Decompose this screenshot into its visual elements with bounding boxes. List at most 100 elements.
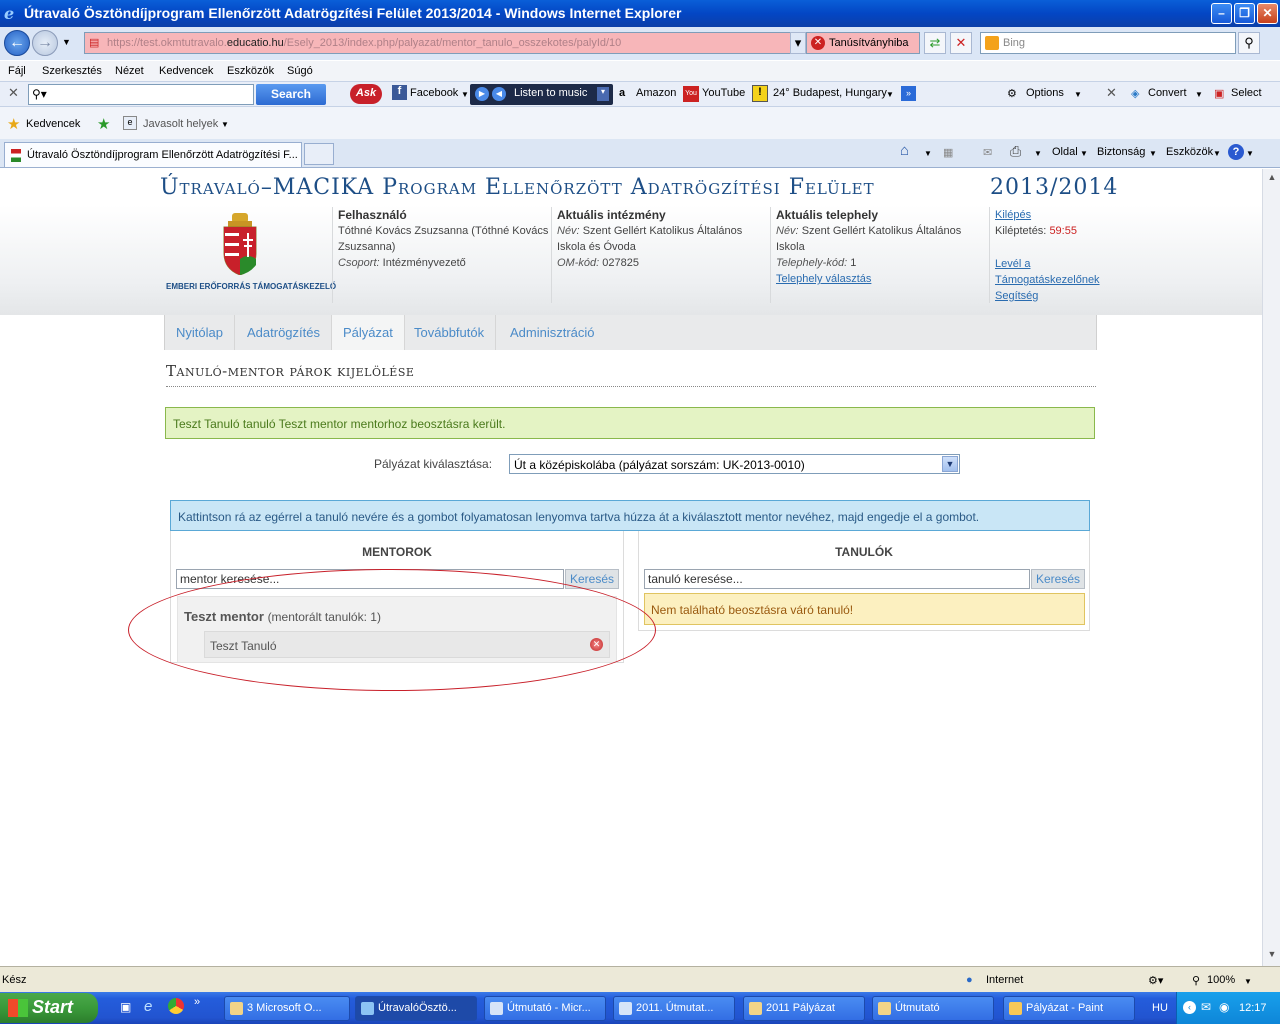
rss-feed-icon[interactable]: ▦ — [943, 146, 953, 159]
page-menu-button[interactable]: Oldal — [1052, 146, 1078, 158]
listen-music-button[interactable]: ▶ ◀ Listen to music ▾ — [470, 84, 613, 105]
menu-file[interactable]: Fájl — [8, 65, 26, 77]
search-go-button[interactable]: ⚲ — [1238, 32, 1260, 54]
amazon-button[interactable]: Amazon — [636, 87, 676, 99]
clock[interactable]: 12:17 — [1239, 1002, 1267, 1014]
favorites-button[interactable]: Kedvencek — [26, 118, 80, 130]
star-icon: ★ — [7, 116, 21, 133]
application-select-value: Út a középiskolába (pályázat sorszám: UK… — [514, 458, 805, 472]
language-indicator[interactable]: HU — [1152, 1002, 1168, 1014]
close-toolbar-icon[interactable]: ✕ — [8, 85, 19, 101]
tray-expand-icon[interactable]: ‹ — [1183, 1001, 1196, 1014]
options-button[interactable]: Options — [1026, 87, 1064, 99]
user-info-band: EMBERI ERŐFORRÁS TÁMOGATÁSKEZELŐ Felhasz… — [0, 205, 1262, 315]
facebook-button[interactable]: Facebook — [410, 87, 458, 99]
add-favorite-icon[interactable]: ★ — [97, 115, 110, 133]
task-word-1[interactable]: Útmutató - Micr... — [484, 996, 606, 1021]
site-select-link[interactable]: Telephely választás — [776, 273, 871, 285]
more-chevron-icon[interactable]: » — [901, 86, 916, 101]
student-search-input[interactable]: tanuló keresése... — [644, 569, 1030, 589]
scroll-up-icon[interactable]: ▲ — [1265, 172, 1279, 186]
options-dropdown-icon[interactable]: ▼ — [1074, 90, 1082, 99]
menu-help[interactable]: Súgó — [287, 65, 313, 77]
logout-link[interactable]: Kilépés — [995, 209, 1031, 221]
zoom-dropdown-icon[interactable]: ▼ — [1244, 977, 1252, 986]
print-dropdown-icon[interactable]: ▼ — [1034, 149, 1042, 158]
select-button[interactable]: Select — [1231, 87, 1262, 99]
safety-menu-button[interactable]: Biztonság — [1097, 146, 1145, 158]
menu-edit[interactable]: Szerkesztés — [42, 65, 102, 77]
stop-button[interactable]: ✕ — [950, 32, 972, 54]
suggested-dropdown-icon[interactable]: ▼ — [221, 120, 229, 129]
refresh-button[interactable]: ⇄ — [924, 32, 946, 54]
task-paint[interactable]: Pályázat - Paint — [1003, 996, 1135, 1021]
browser-tab-active[interactable]: Útravaló Ösztöndíjprogram Ellenőrzött Ad… — [4, 142, 302, 167]
task-outlook[interactable]: 3 Microsoft O... — [224, 996, 350, 1021]
safety-dropdown-icon[interactable]: ▼ — [1149, 149, 1157, 158]
arrow-right-icon: → — [37, 34, 53, 51]
forward-button[interactable]: → — [32, 30, 58, 56]
start-button[interactable]: Start — [0, 993, 98, 1023]
maximize-button[interactable]: ❐ — [1234, 3, 1255, 24]
address-bar[interactable]: ▤ https://test.okmtutravalo.educatio.hu/… — [84, 32, 806, 54]
zoom-level[interactable]: 100% — [1207, 974, 1235, 986]
session-timeout: Kiléptetés: 59:55 — [995, 225, 1077, 237]
minimize-button[interactable]: – — [1211, 3, 1232, 24]
chrome-icon[interactable] — [168, 998, 184, 1014]
close-toolbar2-icon[interactable]: ✕ — [1106, 85, 1117, 101]
tools-menu-button[interactable]: Eszközök — [1166, 146, 1213, 158]
new-tab-button[interactable] — [304, 143, 334, 165]
help-icon[interactable]: ? — [1228, 144, 1244, 160]
menu-favorites[interactable]: Kedvencek — [159, 65, 213, 77]
mail-tray-icon[interactable]: ✉ — [1201, 1000, 1211, 1014]
nav-home[interactable]: Nyitólap — [165, 315, 235, 350]
quicklaunch-more-icon[interactable]: » — [194, 996, 200, 1008]
mail-icon[interactable]: ✉ — [983, 146, 992, 159]
ie-quicklaunch-icon[interactable]: e — [144, 998, 152, 1015]
toolbar-search-input[interactable]: ⚲▾ — [28, 84, 254, 105]
scroll-down-icon[interactable]: ▼ — [1265, 949, 1279, 963]
back-button[interactable]: ← — [4, 30, 30, 56]
home-icon[interactable]: ⌂ — [900, 142, 909, 159]
youtube-button[interactable]: YouTube — [702, 87, 745, 99]
help-link[interactable]: Segítség — [995, 290, 1038, 302]
history-dropdown-icon[interactable]: ▼ — [62, 37, 71, 47]
task-folder-1[interactable]: 2011 Pályázat — [743, 996, 865, 1021]
weather-dropdown-icon[interactable]: ▼ — [886, 90, 894, 99]
protected-mode-icon[interactable]: ⚙▾ — [1148, 974, 1163, 987]
nav-admin[interactable]: Adminisztráció — [499, 315, 606, 350]
help-dropdown-icon[interactable]: ▼ — [1246, 149, 1254, 158]
home-dropdown-icon[interactable]: ▼ — [924, 149, 932, 158]
nav-application[interactable]: Pályázat — [332, 315, 405, 350]
ask-logo-icon[interactable]: Ask — [350, 84, 382, 104]
tools-dropdown-icon[interactable]: ▼ — [1213, 149, 1221, 158]
close-button[interactable]: ✕ — [1257, 3, 1278, 24]
search-input[interactable]: Bing — [980, 32, 1236, 54]
task-ie-active[interactable]: ÚtravalóÖsztö... — [355, 996, 477, 1021]
print-icon[interactable]: ⎙ — [1010, 143, 1021, 160]
convert-dropdown-icon[interactable]: ▼ — [1195, 90, 1203, 99]
facebook-dropdown-icon[interactable]: ▼ — [461, 90, 469, 99]
nav-data-entry[interactable]: Adatrögzítés — [236, 315, 332, 350]
volume-icon: ◀ — [492, 87, 506, 101]
page-dropdown-icon[interactable]: ▼ — [1080, 149, 1088, 158]
instruction-message: Kattintson rá az egérrel a tanuló nevére… — [170, 500, 1090, 531]
task-word-2[interactable]: 2011. Útmutat... — [613, 996, 735, 1021]
address-dropdown-icon[interactable]: ▾ — [790, 32, 806, 54]
outlook-tray-icon[interactable]: ◉ — [1219, 1000, 1229, 1014]
task-folder-2[interactable]: Útmutató — [872, 996, 994, 1021]
nav-continuing[interactable]: Továbbfutók — [403, 315, 497, 350]
toolbar-search-button[interactable]: Search — [256, 84, 326, 105]
menu-tools[interactable]: Eszközök — [227, 65, 274, 77]
application-select[interactable]: Út a középiskolába (pályázat sorszám: UK… — [509, 454, 960, 474]
letter-to-support-link[interactable]: Levél a Támogatáskezelőnek — [995, 258, 1100, 286]
student-search-button[interactable]: Keresés — [1031, 569, 1085, 589]
certificate-error-button[interactable]: ✕ Tanúsítványhiba — [806, 32, 920, 54]
address-url: https://test.okmtutravalo.educatio.hu/Es… — [107, 37, 622, 49]
convert-button[interactable]: Convert — [1148, 87, 1187, 99]
menu-view[interactable]: Nézet — [115, 65, 144, 77]
suggested-sites-button[interactable]: Javasolt helyek — [143, 118, 218, 130]
weather-button[interactable]: 24° Budapest, Hungary — [773, 87, 887, 99]
vertical-scrollbar[interactable]: ▲ ▼ — [1262, 169, 1280, 966]
show-desktop-icon[interactable]: ▣ — [120, 1000, 131, 1014]
